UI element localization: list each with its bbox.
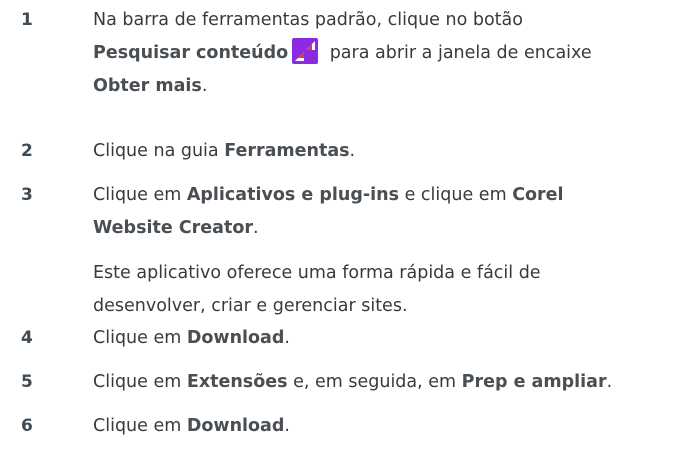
- step-line: Clique em Download.: [93, 410, 673, 443]
- step-text-post: .: [284, 328, 290, 348]
- step-text: Clique em Aplicativos e plug-ins e cliqu…: [93, 179, 673, 245]
- prep-enlarge-label: Prep e ampliar: [461, 372, 607, 392]
- step-line: Clique em Aplicativos e plug-ins e cliqu…: [93, 179, 673, 212]
- step-text-pre: Clique em: [93, 416, 187, 436]
- step-text-post: .: [284, 416, 290, 436]
- apps-plugins-label: Aplicativos e plug-ins: [186, 185, 400, 205]
- step-text: Clique em Extensões e, em seguida, em Pr…: [93, 366, 673, 399]
- website-creator-label: Website Creator: [93, 218, 253, 238]
- step-text-post: .: [606, 372, 613, 392]
- step-line: Obter mais.: [93, 70, 673, 103]
- step-text-rest: .: [201, 76, 208, 96]
- note-line: Este aplicativo oferece uma forma rápida…: [93, 263, 541, 283]
- step-number: 1: [21, 10, 33, 30]
- get-more-docker-label: Obter mais: [93, 76, 202, 96]
- step-line: Clique na guia Ferramentas.: [93, 135, 673, 168]
- step-line: Clique em Extensões e, em seguida, em Pr…: [93, 366, 673, 399]
- step-line: Clique em Download.: [93, 322, 673, 355]
- step-text-pre: Clique na guia: [93, 141, 225, 161]
- step-text: Clique em Download.: [93, 322, 673, 355]
- step-number: 3: [21, 185, 33, 205]
- download-label: Download: [186, 416, 285, 436]
- download-label: Download: [186, 328, 285, 348]
- step-note: Este aplicativo oferece uma forma rápida…: [93, 257, 541, 323]
- step-line: Pesquisar conteúdo para abrir a janela d…: [93, 37, 673, 70]
- step-text-pre: Clique em: [93, 372, 187, 392]
- step-number: 4: [21, 328, 33, 348]
- step-text-mid: e clique em: [399, 185, 513, 205]
- step-text: Clique na guia Ferramentas.: [93, 135, 673, 168]
- step-text-post: .: [253, 218, 259, 238]
- search-content-icon: [292, 38, 319, 64]
- step-text: Na barra de ferramentas padrão, clique n…: [93, 4, 673, 103]
- step-text-pre: Clique em: [93, 185, 187, 205]
- extensions-label: Extensões: [186, 372, 288, 392]
- step-number: 5: [21, 372, 33, 392]
- step-text-mid: e, em seguida, em: [287, 372, 462, 392]
- note-line: desenvolver, criar e gerenciar sites.: [93, 296, 408, 316]
- step-text-pre: Clique em: [93, 328, 187, 348]
- step-line: Na barra de ferramentas padrão, clique n…: [93, 10, 523, 30]
- tools-tab-label: Ferramentas: [224, 141, 350, 161]
- step-line: Website Creator.: [93, 212, 673, 245]
- corel-label: Corel: [512, 185, 564, 205]
- search-content-button-label: Pesquisar conteúdo: [93, 43, 289, 63]
- step-text: Clique em Download.: [93, 410, 673, 443]
- step-number: 6: [21, 416, 33, 436]
- step-text-post: .: [349, 141, 356, 161]
- step-number: 2: [21, 141, 33, 161]
- step-text-rest: para abrir a janela de encaixe: [324, 43, 592, 63]
